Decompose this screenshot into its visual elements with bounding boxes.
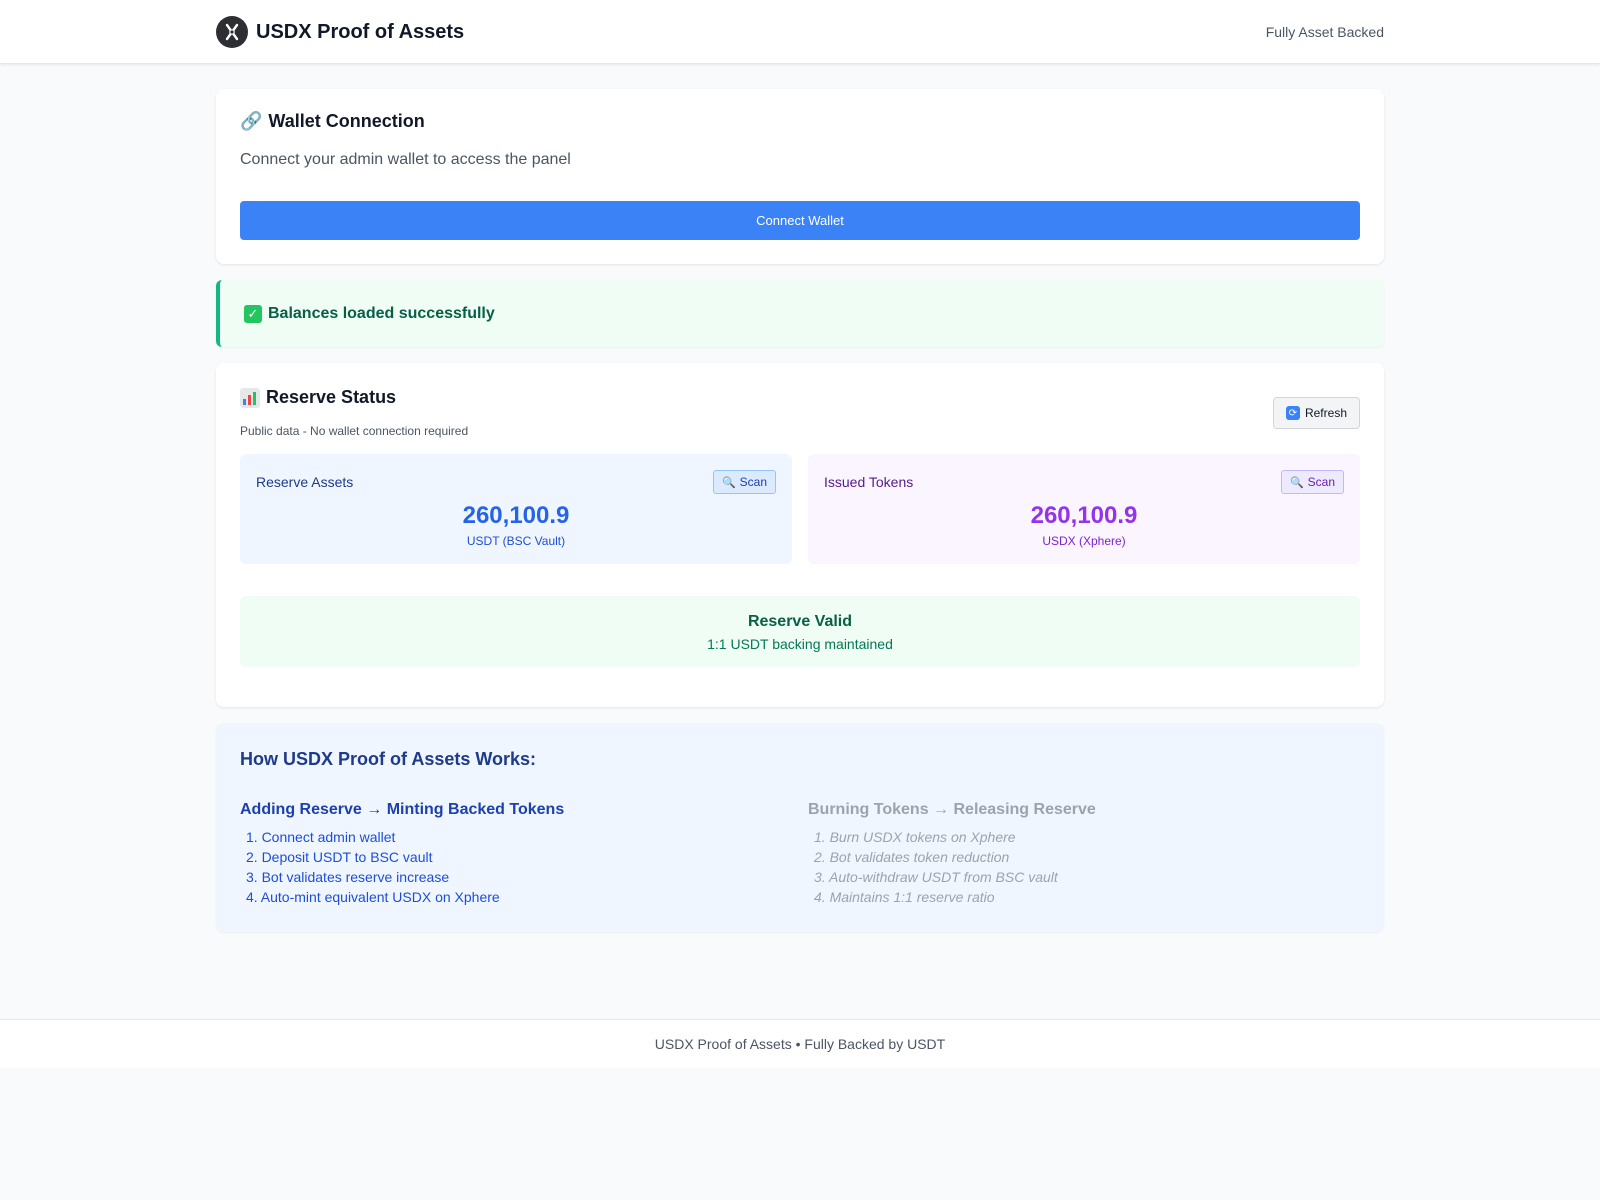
issued-tokens-unit: USDX (Xphere) bbox=[1042, 534, 1126, 548]
reserve-status-card: Reserve Status Public data - No wallet c… bbox=[216, 363, 1384, 707]
reserve-status-title: Reserve Status bbox=[266, 387, 397, 407]
top-header: USDX Proof of Assets Fully Asset Backed bbox=[0, 0, 1600, 64]
reserve-scan-label: Scan bbox=[739, 475, 767, 489]
bar-chart-icon bbox=[240, 387, 260, 408]
reserve-valid-box: Reserve Valid 1:1 USDT backing maintaine… bbox=[240, 596, 1360, 667]
how-it-works-card: How USDX Proof of Assets Works: Adding R… bbox=[216, 723, 1384, 932]
magnifier-icon: 🔍 bbox=[721, 476, 736, 489]
reserve-status-heading: Reserve Status bbox=[240, 387, 396, 408]
reserve-assets-value: 260,100.9 bbox=[462, 502, 570, 529]
magnifier-icon: 🔍 bbox=[1289, 476, 1304, 489]
minting-title: Adding Reserve → Minting Backed Tokens bbox=[240, 801, 565, 818]
minting-step: 4. Auto-mint equivalent USDX on Xphere bbox=[246, 889, 500, 905]
refresh-icon: ⟳ bbox=[1285, 406, 1300, 420]
reserve-assets-label: Reserve Assets bbox=[256, 474, 354, 490]
issued-tokens-value: 260,100.9 bbox=[1030, 502, 1138, 529]
link-icon: 🔗 bbox=[240, 111, 263, 131]
burning-column: Burning Tokens → Releasing Reserve 1. Bu… bbox=[808, 801, 1348, 907]
wallet-connection-title: Wallet Connection bbox=[268, 111, 425, 131]
refresh-button[interactable]: ⟳ Refresh bbox=[1272, 397, 1360, 429]
asset-backed-tag: Fully Asset Backed bbox=[1265, 24, 1384, 40]
wallet-connection-card: 🔗 Wallet Connection Connect your admin w… bbox=[216, 89, 1384, 264]
issued-tokens-label: Issued Tokens bbox=[824, 474, 914, 490]
reserve-valid-title: Reserve Valid bbox=[747, 613, 853, 630]
wallet-connection-subtitle: Connect your admin wallet to access the … bbox=[240, 151, 571, 168]
refresh-label: Refresh bbox=[1304, 406, 1347, 420]
minting-step: 2. Deposit USDT to BSC vault bbox=[246, 849, 433, 865]
page-footer: USDX Proof of Assets • Fully Backed by U… bbox=[0, 1019, 1600, 1068]
reserve-scan-button[interactable]: 🔍 Scan bbox=[712, 470, 776, 494]
issued-tokens-box: Issued Tokens 🔍 Scan 260,100.9 USDX (Xph… bbox=[808, 454, 1360, 564]
reserve-status-subtitle: Public data - No wallet connection requi… bbox=[240, 424, 469, 438]
minting-column: Adding Reserve → Minting Backed Tokens 1… bbox=[240, 801, 780, 907]
brand[interactable]: USDX Proof of Assets bbox=[216, 16, 464, 48]
footer-text: USDX Proof of Assets • Fully Backed by U… bbox=[654, 1036, 946, 1052]
how-it-works-title: How USDX Proof of Assets Works: bbox=[240, 749, 537, 769]
reserve-valid-subtitle: 1:1 USDT backing maintained bbox=[707, 636, 893, 652]
burning-step: 3. Auto-withdraw USDT from BSC vault bbox=[814, 869, 1058, 885]
reserve-assets-unit: USDT (BSC Vault) bbox=[466, 534, 566, 548]
minting-step: 1. Connect admin wallet bbox=[246, 829, 396, 845]
reserve-assets-box: Reserve Assets 🔍 Scan 260,100.9 USDT (BS… bbox=[240, 454, 792, 564]
issued-scan-label: Scan bbox=[1307, 475, 1335, 489]
connect-wallet-button[interactable]: Connect Wallet bbox=[240, 201, 1360, 240]
wallet-connection-heading: 🔗 Wallet Connection bbox=[240, 111, 425, 132]
issued-scan-button[interactable]: 🔍 Scan bbox=[1280, 470, 1344, 494]
burning-title: Burning Tokens → Releasing Reserve bbox=[808, 801, 1096, 818]
minting-step: 3. Bot validates reserve increase bbox=[246, 869, 450, 885]
success-alert-text: Balances loaded successfully bbox=[268, 304, 495, 322]
success-alert: ✓ Balances loaded successfully bbox=[216, 280, 1384, 347]
burning-step: 2. Bot validates token reduction bbox=[814, 849, 1010, 865]
burning-step: 1. Burn USDX tokens on Xphere bbox=[814, 829, 1016, 845]
usdx-logo-icon bbox=[216, 16, 248, 48]
app-title: USDX Proof of Assets bbox=[256, 20, 465, 43]
burning-step: 4. Maintains 1:1 reserve ratio bbox=[814, 889, 995, 905]
header-inner: USDX Proof of Assets Fully Asset Backed bbox=[216, 0, 1384, 64]
check-icon: ✓ bbox=[244, 304, 262, 323]
